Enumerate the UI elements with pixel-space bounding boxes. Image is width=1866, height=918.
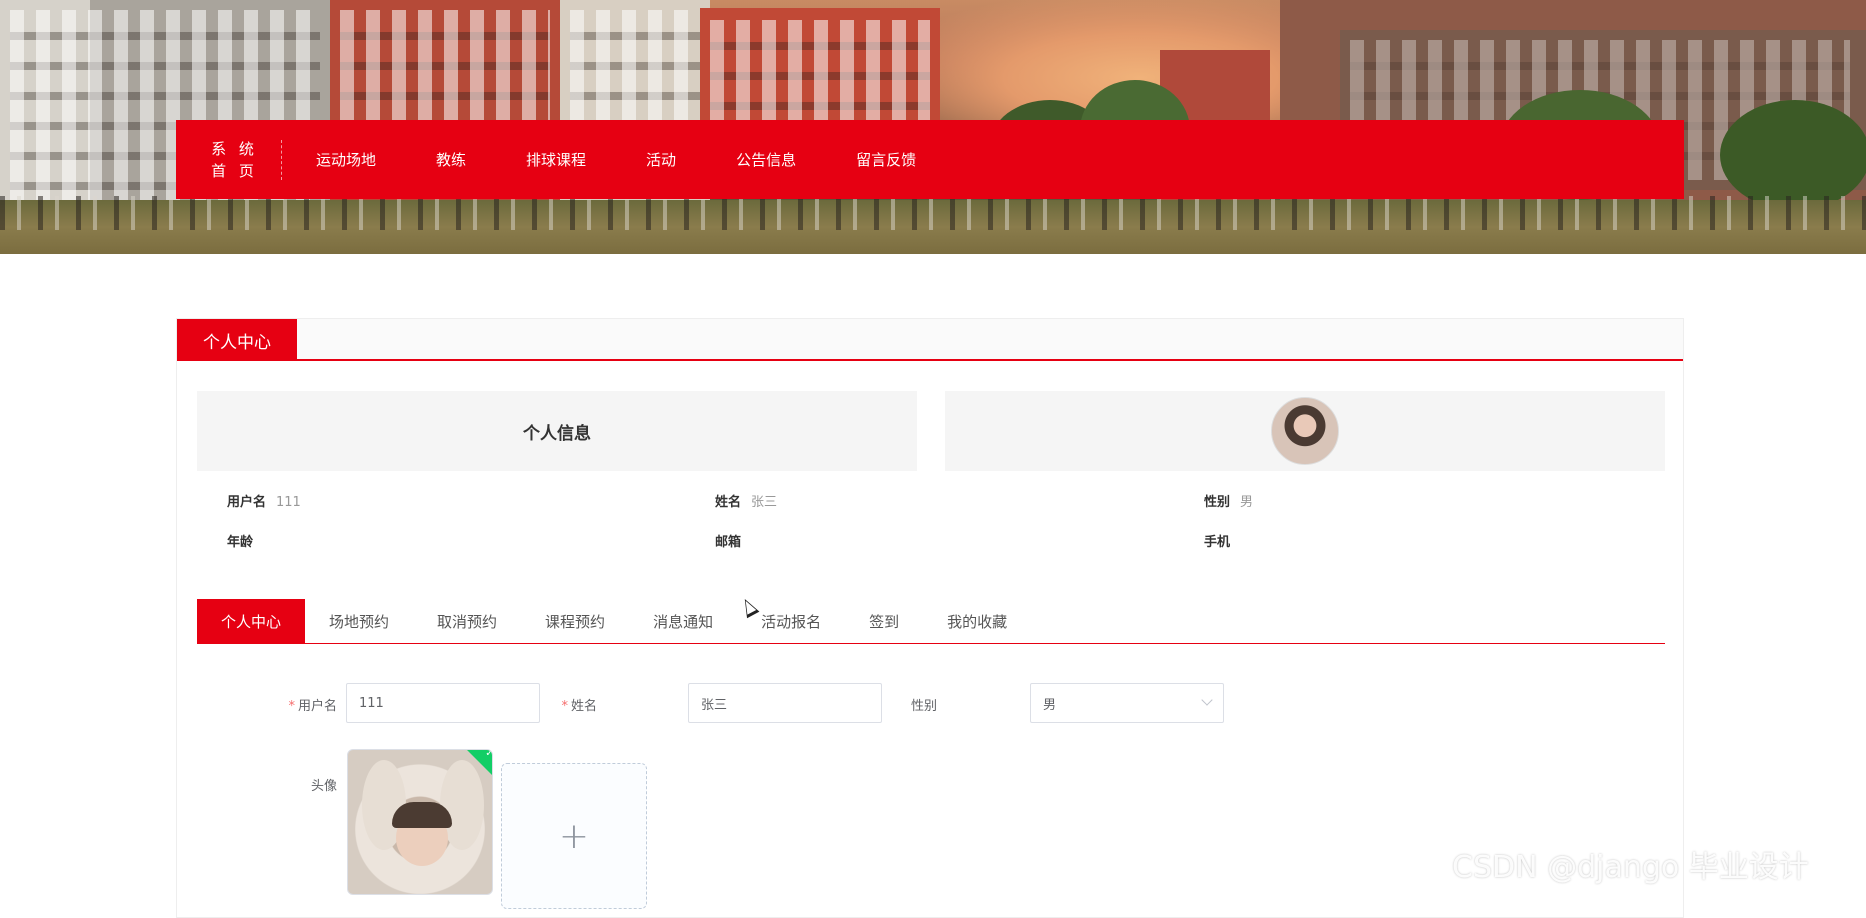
info-age: 年龄: [227, 531, 263, 550]
nav-item-feedback[interactable]: 留言反馈: [856, 149, 916, 170]
avatar-label: 头像: [237, 775, 337, 794]
avatar-upload-button[interactable]: +: [501, 763, 647, 909]
info-name-value: 张三: [751, 495, 778, 510]
nav-item-activities[interactable]: 活动: [646, 149, 676, 170]
info-phone-label: 手机: [1204, 535, 1231, 550]
nav-home-line2: 首 页: [211, 161, 258, 180]
required-mark: *: [561, 699, 568, 714]
nav-item-coaches[interactable]: 教练: [436, 149, 466, 170]
username-label: * 用户名: [237, 695, 337, 714]
gender-label-text: 性别: [910, 699, 937, 714]
chevron-down-icon: [1201, 694, 1213, 706]
tab-venue-booking[interactable]: 场地预约: [305, 599, 413, 643]
main-nav: 系 统 首 页 运动场地 教练 排球课程 活动 公告信息 留言反馈: [176, 120, 1684, 199]
info-age-label: 年龄: [227, 535, 254, 550]
tab-notifications[interactable]: 消息通知: [629, 599, 737, 643]
nav-item-courses[interactable]: 排球课程: [526, 149, 586, 170]
avatar: [1271, 397, 1339, 465]
info-phone: 手机: [1204, 531, 1240, 550]
username-label-text: 用户名: [297, 699, 337, 714]
thumb-hair: [392, 802, 452, 828]
info-gender-value: 男: [1240, 495, 1254, 510]
panel-header: 个人中心: [177, 319, 1683, 361]
nav-items: 运动场地 教练 排球课程 活动 公告信息 留言反馈: [316, 149, 976, 170]
tab-favorites[interactable]: 我的收藏: [923, 599, 1031, 643]
banner-crowd: [0, 196, 1866, 230]
info-email: 邮箱: [715, 531, 751, 550]
nav-home-link[interactable]: 系 统 首 页: [188, 139, 282, 180]
tab-check-in[interactable]: 签到: [845, 599, 923, 643]
info-name-label: 姓名: [715, 495, 742, 510]
panel-title: 个人中心: [177, 319, 297, 361]
personal-center-panel: 个人中心 个人信息 用户名 111 姓名 张三 性别男 年龄 邮箱 手机 个人中心 …: [176, 318, 1684, 918]
avatar-label-text: 头像: [310, 779, 337, 794]
info-title: 个人信息: [523, 423, 591, 444]
required-mark: *: [288, 699, 295, 714]
gender-select[interactable]: 男: [1030, 683, 1224, 723]
plus-icon: +: [558, 815, 590, 857]
nav-home-line1: 系 统: [211, 139, 258, 158]
gender-select-value: 男: [1043, 697, 1057, 713]
nav-item-announcements[interactable]: 公告信息: [736, 149, 796, 170]
info-gender-label: 性别: [1204, 495, 1231, 510]
info-gender: 性别男: [1204, 491, 1253, 510]
avatar-box: [945, 391, 1665, 471]
tab-course-booking[interactable]: 课程预约: [521, 599, 629, 643]
info-username-value: 111: [276, 495, 301, 510]
banner-tree: [1720, 100, 1866, 210]
watermark: CSDN @django 毕业设计: [1452, 850, 1809, 885]
name-label: * 姓名: [497, 695, 597, 714]
info-username: 用户名 111: [227, 491, 301, 510]
info-name: 姓名 张三: [715, 491, 777, 510]
info-title-box: 个人信息: [197, 391, 917, 471]
username-input-value: 111: [359, 695, 384, 711]
info-username-label: 用户名: [227, 495, 267, 510]
avatar-upload-thumbnail[interactable]: ✓: [347, 749, 493, 895]
profile-tabs: 个人中心 场地预约 取消预约 课程预约 消息通知 活动报名 签到 我的收藏: [197, 599, 1665, 644]
nav-item-venues[interactable]: 运动场地: [316, 149, 376, 170]
info-email-label: 邮箱: [715, 535, 742, 550]
gender-label: 性别: [837, 695, 937, 714]
name-input-value: 张三: [701, 697, 728, 713]
name-label-text: 姓名: [570, 699, 597, 714]
tab-personal-center[interactable]: 个人中心: [197, 599, 306, 643]
tab-cancel-booking[interactable]: 取消预约: [413, 599, 521, 643]
